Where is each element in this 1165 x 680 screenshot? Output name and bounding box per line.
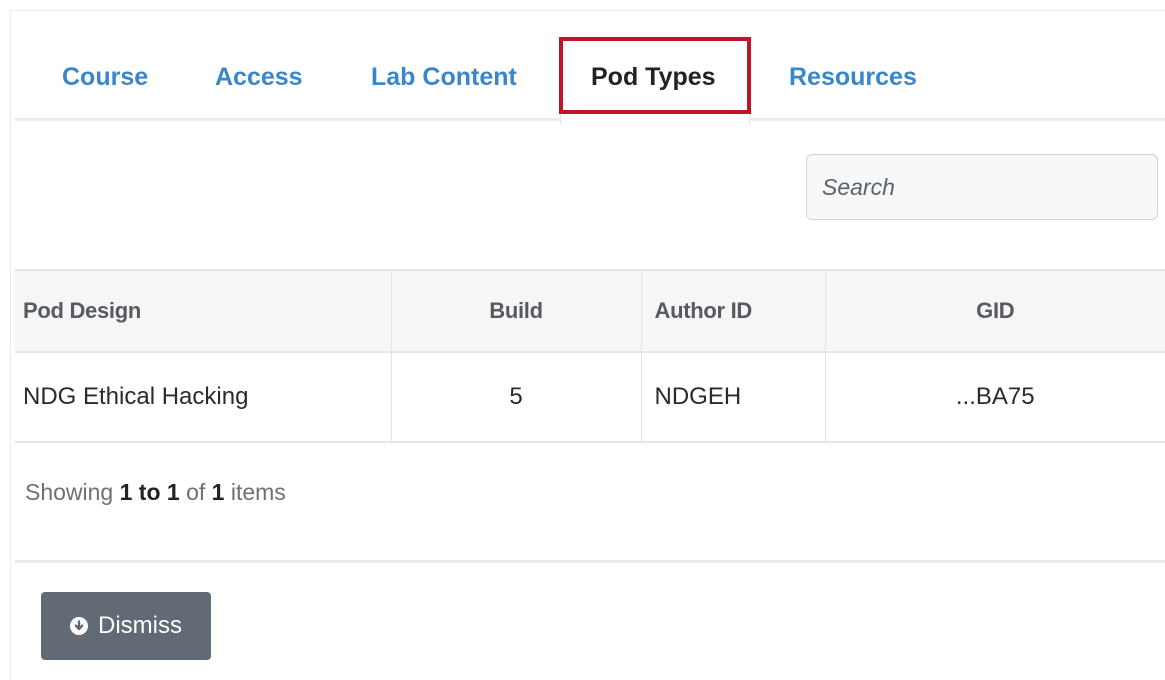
footer-divider — [15, 560, 1165, 563]
column-header-pod-design[interactable]: Pod Design — [15, 270, 392, 352]
pager-prefix: Showing — [25, 479, 114, 505]
tab-course[interactable]: Course — [62, 63, 148, 92]
dismiss-button[interactable]: Dismiss — [41, 592, 211, 660]
table-header-row: Pod Design Build Author ID GID — [15, 270, 1165, 352]
tab-resources[interactable]: Resources — [789, 63, 917, 92]
pod-types-table: Pod Design Build Author ID GID NDG Ethic… — [15, 269, 1165, 443]
pager-of: of — [186, 479, 206, 505]
table-row[interactable]: NDG Ethical Hacking 5 NDGEH ...BA75 — [15, 352, 1165, 442]
tab-pod-types[interactable]: Pod Types — [560, 39, 750, 124]
column-header-author-id[interactable]: Author ID — [641, 270, 826, 352]
pager-total: 1 — [211, 479, 225, 505]
pager-range: 1 to 1 — [119, 479, 180, 505]
pod-types-panel: Course Access Lab Content Pod Types Reso… — [10, 10, 1165, 680]
dismiss-label: Dismiss — [98, 612, 182, 639]
cell-gid: ...BA75 — [955, 383, 1035, 410]
tab-pod-types-label: Pod Types — [591, 63, 716, 91]
cell-build: 5 — [391, 352, 642, 442]
column-header-gid[interactable]: GID — [825, 270, 1165, 352]
tab-access[interactable]: Access — [215, 63, 303, 92]
search-input[interactable] — [806, 154, 1158, 220]
tab-lab-content[interactable]: Lab Content — [371, 63, 517, 92]
cell-author-id: NDGEH — [641, 352, 826, 442]
pagination-info: Showing 1 to 1 of 1 items — [25, 479, 286, 506]
column-header-build[interactable]: Build — [391, 270, 642, 352]
pager-suffix: items — [230, 479, 286, 505]
tab-bar: Course Access Lab Content Pod Types Reso… — [15, 11, 1165, 124]
arrow-circle-down-icon — [70, 617, 88, 635]
cell-pod-design: NDG Ethical Hacking — [15, 352, 392, 442]
